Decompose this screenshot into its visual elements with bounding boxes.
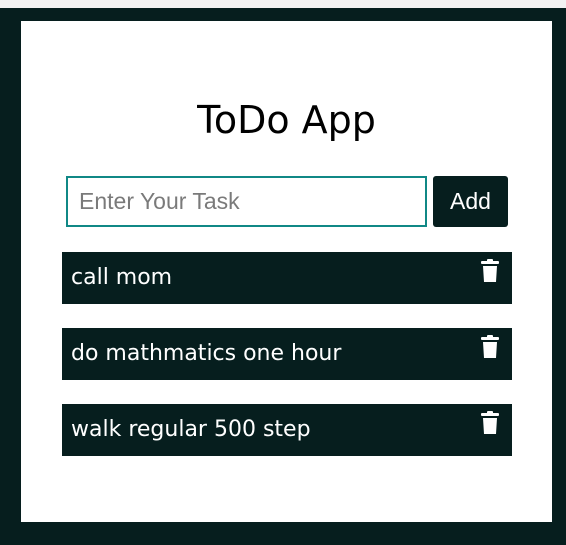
trash-icon[interactable] bbox=[480, 411, 500, 435]
task-text: call mom bbox=[71, 265, 173, 290]
task-item: walk regular 500 step bbox=[62, 404, 512, 456]
task-item: do mathmatics one hour bbox=[62, 328, 512, 380]
trash-icon[interactable] bbox=[480, 259, 500, 283]
task-input[interactable] bbox=[66, 176, 427, 227]
todo-card: ToDo App Add call mom do mathmatics one … bbox=[21, 21, 552, 522]
task-text: do mathmatics one hour bbox=[71, 341, 342, 366]
trash-icon[interactable] bbox=[480, 335, 500, 359]
add-button[interactable]: Add bbox=[433, 176, 508, 227]
task-text: walk regular 500 step bbox=[71, 417, 311, 442]
app-title: ToDo App bbox=[197, 98, 376, 142]
app-frame: ToDo App Add call mom do mathmatics one … bbox=[0, 8, 566, 545]
task-list: call mom do mathmatics one hour walk reg… bbox=[62, 252, 512, 480]
task-item: call mom bbox=[62, 252, 512, 304]
